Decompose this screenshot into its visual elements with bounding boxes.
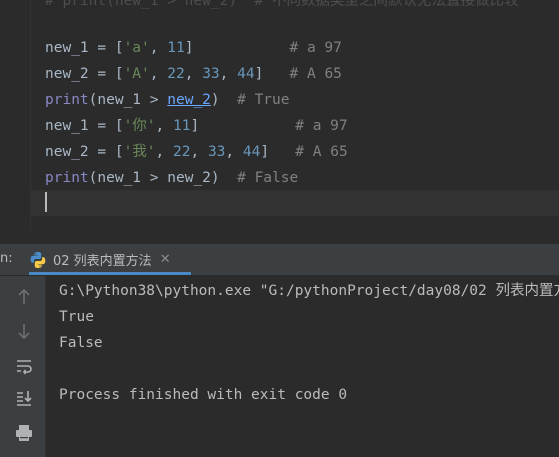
token-var: new_1: [45, 118, 89, 134]
run-toolbar: [0, 276, 46, 457]
token-pad: [263, 66, 289, 82]
code-line-6[interactable]: print(new_1 > new_2) # False: [45, 165, 298, 191]
token-number: 33: [207, 144, 226, 160]
token-string: '你': [123, 118, 156, 134]
token-string: '我': [123, 144, 156, 160]
token-op: = [: [88, 144, 124, 160]
token-comment: # A 65: [289, 66, 342, 82]
token-comma: ,: [225, 144, 243, 160]
token-comma: ,: [190, 144, 208, 160]
active-tab-indicator: [29, 272, 191, 275]
console-exit-line: Process finished with exit code 0: [59, 387, 348, 403]
run-tab-label: 02 列表内置方法: [53, 254, 152, 269]
run-console[interactable]: G:\Python38\python.exe "G:/pythonProject…: [46, 276, 559, 457]
code-line-5[interactable]: new_2 = ['我', 22, 33, 44] # A 65: [45, 139, 348, 165]
console-output-line: False: [59, 335, 103, 351]
token-var-underlined[interactable]: new_2: [167, 92, 211, 108]
token-op: = [: [88, 118, 124, 134]
token-number: 11: [173, 118, 191, 134]
token-comma: ,: [184, 66, 203, 82]
token-var: new_2: [167, 170, 211, 186]
token-builtin: print: [45, 92, 89, 108]
token-pad: [199, 118, 295, 134]
token-number: 22: [167, 66, 185, 82]
code-line-3[interactable]: print(new_1 > new_2) # True: [45, 87, 290, 113]
token-comment: # A 65: [295, 144, 348, 160]
token-comma: ,: [149, 40, 168, 56]
token-number: 11: [167, 40, 185, 56]
token-string: 'a': [123, 40, 150, 56]
print-icon[interactable]: [13, 422, 35, 444]
token-pad: [220, 92, 237, 108]
code-editor[interactable]: # print(new_1 > new_2) # 不同数据类型之间默认无法直接做…: [0, 0, 559, 231]
token-var: new_1: [45, 40, 89, 56]
run-label-prefix: n:: [0, 251, 13, 266]
token-paren: ): [210, 92, 220, 108]
up-arrow-icon[interactable]: [13, 286, 35, 308]
token-string: 'A': [123, 66, 150, 82]
token-comment: # True: [237, 92, 290, 108]
token-bracket: ]: [260, 144, 270, 160]
code-line-2[interactable]: new_2 = ['A', 22, 33, 44] # A 65: [45, 61, 342, 87]
token-op: >: [141, 170, 168, 186]
text-caret: [45, 192, 47, 212]
run-tab[interactable]: 02 列表内置方法 ✕: [29, 244, 191, 275]
token-comment: # a 97: [289, 40, 342, 56]
token-number: 22: [173, 144, 191, 160]
token-comma: ,: [155, 118, 174, 134]
token-comma: ,: [155, 144, 174, 160]
close-icon[interactable]: ✕: [160, 252, 171, 267]
token-comma: ,: [149, 66, 168, 82]
soft-wrap-icon[interactable]: [13, 355, 35, 377]
code-line-partial: # print(new_1 > new_2) # 不同数据类型之间默认无法直接做…: [45, 0, 519, 9]
token-pad: [193, 40, 289, 56]
console-command-line: G:\Python38\python.exe "G:/pythonProject…: [59, 283, 559, 299]
token-pad: [269, 144, 295, 160]
token-var: new_2: [45, 66, 89, 82]
code-line-1[interactable]: new_1 = ['a', 11] # a 97: [45, 35, 342, 61]
token-builtin: print: [45, 170, 89, 186]
token-var: new_1: [97, 170, 142, 186]
token-number: 33: [202, 66, 220, 82]
python-icon: [30, 251, 46, 268]
token-op: >: [141, 92, 168, 108]
token-paren: ): [210, 170, 220, 186]
code-line-4[interactable]: new_1 = ['你', 11] # a 97: [45, 113, 348, 139]
current-line-highlight[interactable]: [30, 190, 559, 216]
token-bracket: ]: [190, 118, 200, 134]
token-comment: # False: [237, 170, 299, 186]
token-number: 44: [242, 144, 261, 160]
token-comment: # a 97: [295, 118, 348, 134]
token-number: 44: [237, 66, 255, 82]
down-arrow-icon[interactable]: [13, 320, 35, 342]
console-output-line: True: [59, 309, 94, 325]
token-op: = [: [88, 40, 124, 56]
token-pad: [220, 170, 237, 186]
token-var: new_1: [97, 92, 142, 108]
scroll-to-end-icon[interactable]: [13, 387, 35, 409]
token-comma: ,: [219, 66, 238, 82]
token-op: = [: [88, 66, 124, 82]
token-var: new_2: [45, 144, 89, 160]
